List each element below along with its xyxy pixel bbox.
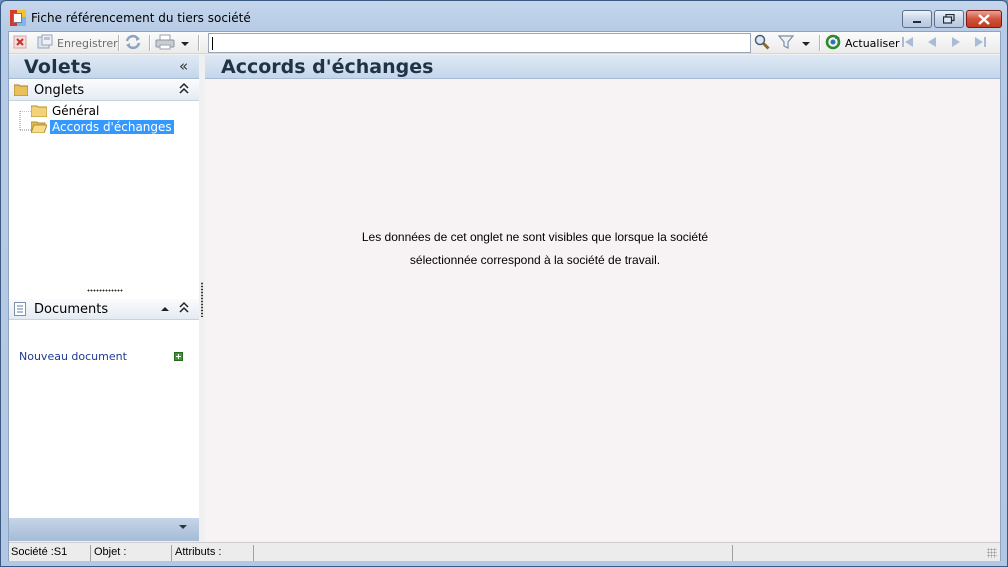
minimize-button[interactable] — [902, 10, 932, 28]
side-panel: Volets « Onglets Général Accords d'échan… — [9, 55, 199, 541]
first-icon — [901, 35, 915, 52]
save-icon — [37, 34, 53, 52]
refresh-icon — [825, 34, 841, 53]
next-icon — [950, 35, 962, 52]
last-record-button[interactable] — [973, 34, 987, 52]
search-button[interactable] — [754, 34, 770, 52]
collapse-panel-icon[interactable]: « — [179, 57, 188, 75]
folder-icon — [30, 105, 48, 118]
status-bar: Société :S1 Objet : Attributs : — [9, 542, 1000, 561]
save-button[interactable]: Enregistrer — [37, 34, 118, 52]
section-splitter[interactable] — [87, 289, 123, 292]
restore-button[interactable] — [934, 10, 964, 28]
add-document-icon[interactable] — [174, 352, 183, 361]
printer-icon — [155, 34, 175, 53]
restore-icon — [935, 11, 963, 27]
toolbar-separator — [149, 35, 150, 51]
text-caret — [212, 37, 213, 50]
collapse-section-icon[interactable] — [179, 301, 189, 314]
print-dropdown[interactable] — [181, 34, 189, 52]
content-header: Accords d'échanges — [205, 55, 1000, 79]
filter-button[interactable] — [777, 34, 795, 53]
window-title: Fiche référencement du tiers société — [31, 11, 251, 25]
save-label: Enregistrer — [57, 36, 118, 50]
collapse-section-icon[interactable] — [179, 82, 189, 95]
status-empty-panel — [255, 545, 733, 561]
chevron-down-icon — [802, 36, 810, 50]
client-area: Enregistrer Actualiser Volets « Onglets … — [8, 31, 1001, 561]
print-button[interactable] — [155, 34, 175, 52]
last-icon — [973, 35, 987, 52]
document-icon — [14, 302, 28, 316]
info-message-line-2: sélectionnée correspond à la société de … — [409, 253, 661, 267]
status-attributs: Attributs : — [173, 545, 254, 561]
open-folder-icon — [30, 121, 48, 134]
close-icon — [967, 11, 1001, 27]
status-societe: Société :S1 — [9, 545, 91, 561]
new-document-link[interactable]: Nouveau document — [19, 350, 127, 363]
chevron-down-icon — [181, 36, 189, 50]
filter-dropdown[interactable] — [802, 34, 810, 52]
search-icon — [754, 34, 770, 53]
chevron-down-icon[interactable] — [179, 522, 187, 533]
panel-splitter[interactable] — [201, 282, 203, 317]
page-title: Accords d'échanges — [221, 56, 434, 78]
sync-icon — [124, 34, 142, 53]
info-message-line-1: Les données de cet onglet ne sont visibl… — [361, 230, 709, 244]
tree-item-label: Général — [52, 104, 100, 118]
side-panel-title: Volets — [24, 56, 92, 78]
toolbar-separator — [819, 35, 820, 51]
cancel-icon — [13, 35, 27, 52]
main-window: Fiche référencement du tiers société Enr… — [0, 0, 1008, 567]
filter-icon — [777, 34, 795, 53]
sync-button[interactable] — [124, 34, 142, 52]
previous-record-button[interactable] — [926, 34, 938, 52]
documents-section-header[interactable]: Documents — [9, 299, 199, 320]
onglets-section-header[interactable]: Onglets — [9, 80, 199, 101]
resize-grip[interactable] — [987, 548, 997, 558]
refresh-button[interactable]: Actualiser — [825, 34, 900, 52]
toolbar-separator — [118, 35, 119, 51]
toolbar: Enregistrer Actualiser — [9, 32, 1000, 54]
tree-item-label: Accords d'échanges — [50, 120, 174, 134]
status-objet: Objet : — [92, 545, 172, 561]
side-panel-header: Volets « — [9, 55, 199, 79]
minimize-icon — [903, 11, 931, 27]
toolbar-separator — [198, 35, 199, 51]
search-input[interactable] — [208, 33, 751, 53]
side-panel-footer — [9, 518, 199, 541]
tree-item-general[interactable]: Général — [30, 103, 101, 119]
content-panel: Accords d'échanges Les données de cet on… — [205, 55, 1000, 541]
title-bar[interactable]: Fiche référencement du tiers société — [1, 1, 1007, 31]
tree-item-accords-echanges[interactable]: Accords d'échanges — [30, 119, 174, 135]
folder-icon — [13, 83, 29, 97]
chevron-up-icon[interactable] — [161, 305, 169, 313]
refresh-label: Actualiser — [845, 36, 900, 50]
close-button[interactable] — [966, 10, 1002, 28]
previous-icon — [926, 35, 938, 52]
app-icon — [10, 10, 26, 26]
first-record-button[interactable] — [901, 34, 915, 52]
next-record-button[interactable] — [950, 34, 962, 52]
documents-section-title: Documents — [34, 302, 109, 317]
cancel-button[interactable] — [13, 34, 27, 52]
onglets-section-title: Onglets — [34, 83, 85, 98]
